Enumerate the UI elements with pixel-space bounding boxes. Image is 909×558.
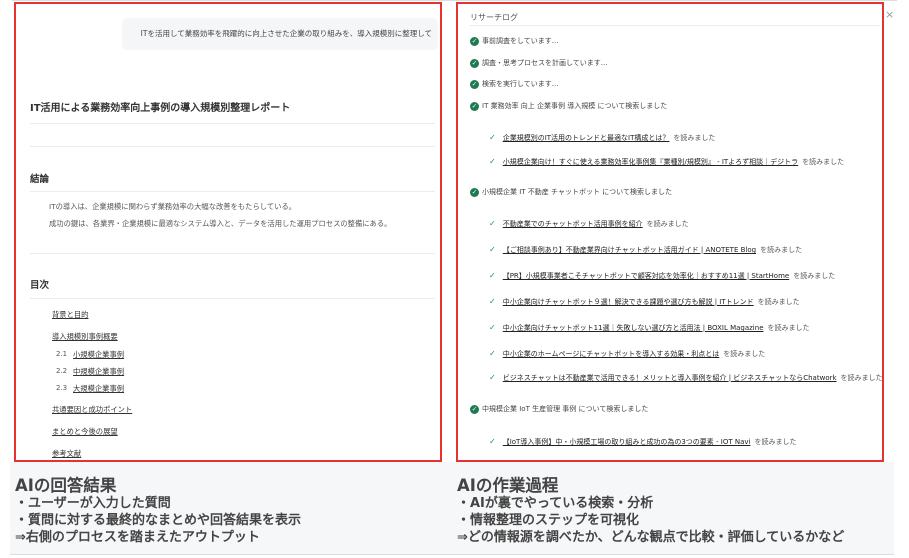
log-step: ✓ 事前調査をしています... [470, 36, 559, 46]
log-step: ✓ 調査・思考プロセスを計画しています... [470, 58, 608, 68]
source-link[interactable]: 小規模企業向け！すぐに使える業務効率化事例集『業種別/規模別』 - ITよろず相… [503, 158, 798, 166]
check-circle-icon: ✓ [470, 36, 479, 46]
conclusion-line: ITの導入は、企業規模に関わらず業務効率の大幅な改善をもたらしている。 [49, 202, 297, 211]
read-item: ✓ 企業規模別のIT活用のトレンドと最適なIT構成とは？ を読みました [489, 133, 716, 142]
read-item: ✓ 不動産業でのチャットボット活用事例を紹介 を読みました [489, 219, 689, 228]
toc-item[interactable]: 導入規模別事例概要 [52, 332, 118, 342]
source-link[interactable]: 不動産業でのチャットボット活用事例を紹介 [503, 220, 643, 228]
top-divider [12, 0, 897, 1]
check-circle-icon: ✓ [470, 101, 479, 111]
check-icon: ✓ [489, 349, 496, 358]
divider [30, 146, 435, 147]
read-item: ✓ 【ご相談事例あり】不動産業界向けチャットボット活用ガイド | ANOTETE … [489, 245, 803, 254]
report-title: IT活用による業務効率向上事例の導入規模別整理レポート [30, 103, 291, 114]
toc-number: 2.3 [56, 384, 68, 392]
annotation-right-line: ⇒どの情報源を調べたか、どんな観点で比較・評価しているかなど [457, 530, 845, 545]
read-item: ✓ ビジネスチャットは不動産業で活用できる！メリットと導入事例を紹介 | ビジネス… [489, 373, 883, 382]
toc-item[interactable]: 小規模企業事例 [73, 350, 124, 360]
source-link[interactable]: 企業規模別のIT活用のトレンドと最適なIT構成とは？ [503, 134, 670, 142]
source-link[interactable]: 【IoT導入事例】中・小規模工場の取り組みと成功の為の3つの要素 - IOT N… [503, 438, 751, 446]
check-circle-icon: ✓ [470, 79, 479, 89]
conclusion-heading: 結論 [30, 174, 50, 185]
user-query: ITを活用して業務効率を飛躍的に向上させた企業の取り組みを、導入規模別に整理して [140, 29, 432, 38]
check-icon: ✓ [489, 157, 496, 166]
check-circle-icon: ✓ [470, 187, 479, 197]
divider [30, 191, 435, 192]
check-icon: ✓ [489, 373, 496, 382]
check-icon: ✓ [489, 437, 496, 446]
read-item: ✓ 中小企業向けチャットボット11選｜失敗しない選び方と活用法 | BOXIL M… [489, 323, 810, 332]
log-step: ✓ 検索を実行しています... [470, 79, 559, 89]
user-query-bubble: ITを活用して業務効率を飛躍的に向上させた企業の取り組みを、導入規模別に整理して [122, 18, 438, 50]
divider [30, 253, 435, 254]
check-circle-icon: ✓ [470, 404, 479, 414]
read-item: ✓ 中小企業向けチャットボット９選！解決できる課題や選び方も解説 | ITトレンド… [489, 297, 800, 306]
source-link[interactable]: 【PR】小規模事業者こそチャットボットで顧客対応を効率化｜おすすめ11選 | S… [503, 272, 790, 280]
toc-item[interactable]: 背景と目的 [52, 310, 88, 320]
log-step: ✓ 中規模企業 IoT 生産管理 事例 について検索しました [470, 404, 649, 414]
toc-item[interactable]: 大規模企業事例 [73, 384, 124, 394]
check-icon: ✓ [489, 297, 496, 306]
annotation-left-line: ⇒右側のプロセスを踏まえたアウトプット [15, 530, 260, 545]
toc-number: 2.1 [56, 350, 68, 358]
source-link[interactable]: 【ご相談事例あり】不動産業界向けチャットボット活用ガイド | ANOTETE B… [503, 246, 756, 254]
close-icon[interactable]: × [885, 8, 894, 21]
research-log-panel: リサーチログ ✓ 事前調査をしています... ✓ 調査・思考プロセスを計画しています… [456, 2, 884, 462]
source-link[interactable]: 中小企業向けチャットボット11選｜失敗しない選び方と活用法 | BOXIL Ma… [503, 324, 764, 332]
toc-item[interactable]: 中規模企業事例 [73, 367, 124, 377]
source-link[interactable]: 中小企業のホームページにチャットボットを導入する効果・利点とは [503, 350, 720, 358]
check-icon: ✓ [489, 219, 496, 228]
read-item: ✓ 【IoT導入事例】中・小規模工場の取り組みと成功の為の3つの要素 - IOT … [489, 437, 797, 446]
toc-number: 2.2 [56, 367, 68, 375]
toc-item[interactable]: 参考文献 [52, 449, 81, 459]
check-icon: ✓ [489, 133, 496, 142]
source-link[interactable]: 中小企業向けチャットボット９選！解決できる課題や選び方も解説 | ITトレンド [503, 298, 754, 306]
answer-panel: ITを活用して業務効率を飛躍的に向上させた企業の取り組みを、導入規模別に整理して… [14, 2, 442, 462]
check-circle-icon: ✓ [470, 58, 479, 68]
toc-heading: 目次 [30, 280, 50, 291]
read-item: ✓ 小規模企業向け！すぐに使える業務効率化事例集『業種別/規模別』 - ITよろず… [489, 157, 845, 166]
log-step: ✓ IT 業務効率 向上 企業事例 導入規模 について検索しました [470, 101, 668, 111]
toc-item[interactable]: まとめと今後の展望 [52, 427, 118, 437]
check-icon: ✓ [489, 323, 496, 332]
source-link[interactable]: ビジネスチャットは不動産業で活用できる！メリットと導入事例を紹介 | ビジネスチ… [503, 374, 837, 382]
conclusion-line: 成功の鍵は、各業界・企業規模に最適なシステム導入と、データを活用した運用プロセス… [49, 219, 392, 228]
read-item: ✓ 【PR】小規模事業者こそチャットボットで顧客対応を効率化｜おすすめ11選 | … [489, 271, 836, 280]
divider [30, 123, 435, 124]
log-step: ✓ 小規模企業 IT 不動産 チャットボット について検索しました [470, 187, 672, 197]
check-icon: ✓ [489, 271, 496, 280]
research-log-title: リサーチログ [470, 13, 518, 22]
divider [30, 298, 435, 299]
check-icon: ✓ [489, 245, 496, 254]
divider [470, 25, 880, 26]
read-item: ✓ 中小企業のホームページにチャットボットを導入する効果・利点とは を読みました [489, 349, 766, 358]
toc-item[interactable]: 共通要因と成功ポイント [52, 405, 132, 415]
